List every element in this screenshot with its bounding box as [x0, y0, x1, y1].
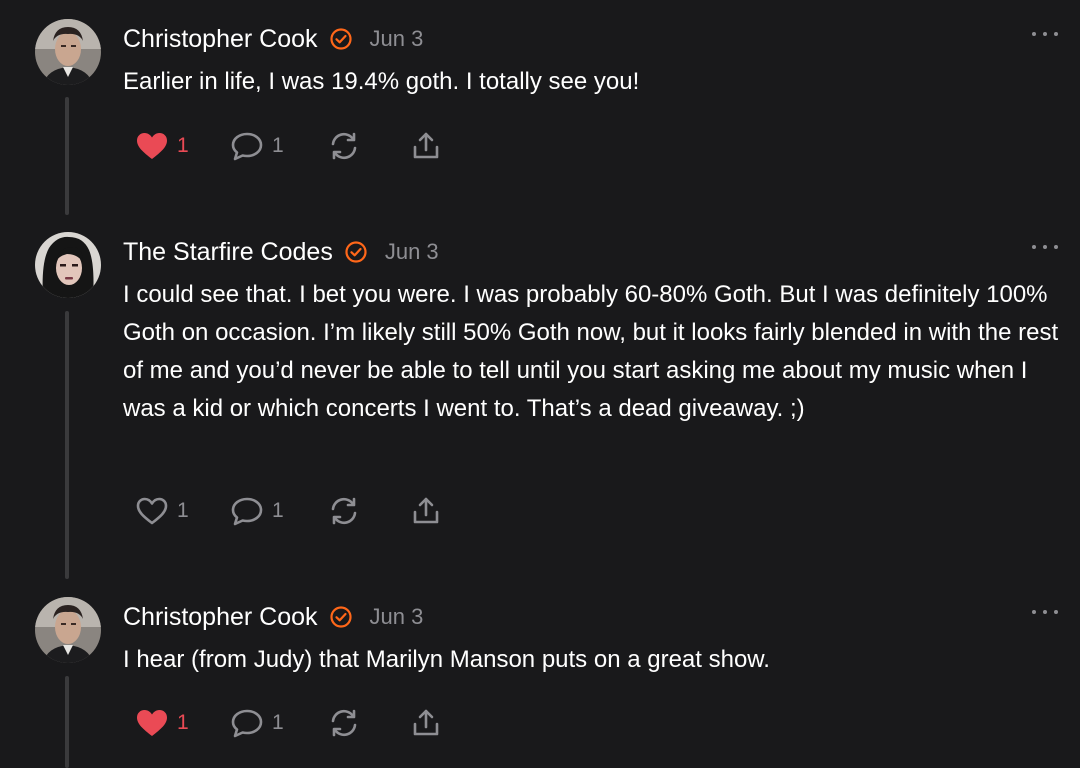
- like-count: 1: [177, 499, 189, 522]
- reply-button[interactable]: 1: [230, 495, 328, 527]
- comment-date[interactable]: Jun 3: [370, 26, 424, 52]
- like-count: 1: [177, 134, 189, 157]
- restack-button[interactable]: [328, 495, 410, 527]
- man-portrait-icon: [35, 19, 101, 85]
- comment-text: I could see that. I bet you were. I was …: [123, 281, 1059, 422]
- reply-button[interactable]: 1: [230, 707, 328, 739]
- comment-header: The Starfire Codes Jun 3: [123, 236, 439, 268]
- reply-count: 1: [272, 134, 284, 157]
- comment-thread: Christopher Cook Jun 3 Earlier in life, …: [0, 0, 1080, 768]
- comment-actions: 1 1: [135, 494, 442, 528]
- comment-date[interactable]: Jun 3: [385, 239, 439, 265]
- more-options-button[interactable]: [1032, 605, 1058, 619]
- man-portrait-icon: [35, 597, 101, 663]
- comment-header: Christopher Cook Jun 3: [123, 23, 423, 55]
- verified-check-icon: [344, 240, 368, 264]
- author-name[interactable]: The Starfire Codes: [123, 238, 333, 267]
- share-icon: [413, 497, 439, 524]
- thread-line: [65, 311, 69, 579]
- restack-icon: [331, 709, 357, 737]
- comment-date[interactable]: Jun 3: [370, 604, 424, 630]
- restack-icon: [331, 132, 357, 160]
- like-button[interactable]: 1: [135, 496, 230, 526]
- reply-count: 1: [272, 499, 284, 522]
- comment-bubble-icon: [231, 132, 263, 161]
- heart-outline-icon: [136, 497, 168, 525]
- comment-actions: 1 1: [135, 706, 442, 740]
- comment-bubble-icon: [231, 709, 263, 738]
- more-options-button[interactable]: [1032, 240, 1058, 254]
- avatar[interactable]: [35, 597, 101, 663]
- comment-actions: 1 1: [135, 129, 442, 163]
- avatar[interactable]: [35, 232, 101, 298]
- share-button[interactable]: [410, 495, 442, 527]
- comment-text: I hear (from Judy) that Marilyn Manson p…: [123, 646, 770, 673]
- heart-filled-icon: [137, 710, 167, 736]
- comment-bubble-icon: [231, 497, 263, 526]
- like-button[interactable]: 1: [135, 708, 230, 738]
- reply-count: 1: [272, 711, 284, 734]
- share-button[interactable]: [410, 130, 442, 162]
- restack-button[interactable]: [328, 707, 410, 739]
- restack-icon: [331, 497, 357, 525]
- comment-header: Christopher Cook Jun 3: [123, 601, 423, 633]
- author-name[interactable]: Christopher Cook: [123, 25, 318, 54]
- share-icon: [413, 132, 439, 159]
- more-options-button[interactable]: [1032, 27, 1058, 41]
- heart-filled-icon: [137, 133, 167, 159]
- verified-check-icon: [329, 27, 353, 51]
- thread-line: [65, 97, 69, 215]
- author-name[interactable]: Christopher Cook: [123, 603, 318, 632]
- like-button[interactable]: 1: [135, 131, 230, 161]
- share-icon: [413, 709, 439, 736]
- avatar[interactable]: [35, 19, 101, 85]
- thread-line: [65, 676, 69, 768]
- like-count: 1: [177, 711, 189, 734]
- restack-button[interactable]: [328, 130, 410, 162]
- comment-text: Earlier in life, I was 19.4% goth. I tot…: [123, 68, 640, 95]
- verified-check-icon: [329, 605, 353, 629]
- reply-button[interactable]: 1: [230, 130, 328, 162]
- woman-portrait-icon: [35, 232, 101, 298]
- share-button[interactable]: [410, 707, 442, 739]
